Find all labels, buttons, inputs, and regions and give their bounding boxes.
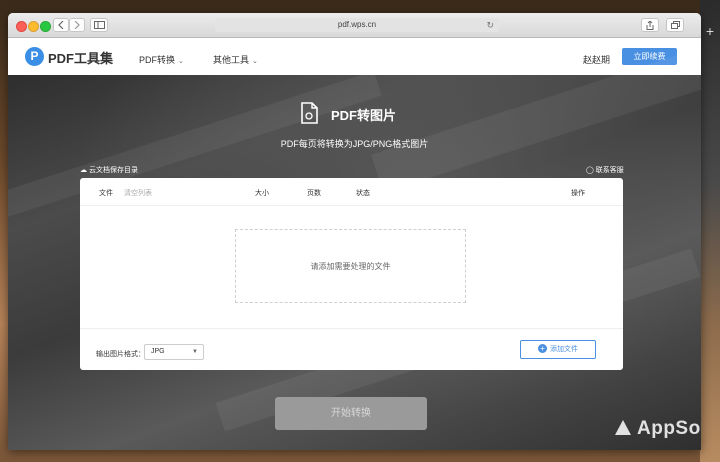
chevron-left-icon [58,21,64,29]
sidebar-button[interactable] [90,18,108,32]
user-name[interactable]: 赵赵期 [583,53,610,66]
plus-icon: + [538,343,547,353]
minimize-window-button[interactable] [28,21,39,32]
column-size: 大小 [255,190,269,197]
table-header: 文件 清空列表 大小 页数 状态 操作 [80,178,623,206]
share-button[interactable] [641,18,659,32]
support-link-label: 联系客服 [595,167,624,174]
column-file: 文件 [99,190,113,197]
cloud-icon: ☁ [80,167,87,174]
watermark-text: AppSo [637,418,701,439]
back-button[interactable] [53,18,69,32]
file-dropzone[interactable]: 请添加需要处理的文件 [235,229,466,303]
pdf-file-icon [301,102,318,124]
nav-item-other-tools[interactable]: 其他工具 ⌄ [213,53,258,66]
divider [80,328,623,329]
format-value: JPG [151,348,165,355]
file-panel: 文件 清空列表 大小 页数 状态 操作 请添加需要处理的文件 输出图片格式： J… [80,178,623,370]
browser-toolbar: pdf.wps.cn ↻ [8,13,701,38]
column-status: 状态 [356,190,370,197]
add-file-button[interactable]: + 添加文件 [520,340,596,359]
cloud-folder-link[interactable]: ☁ 云文档保存目录 [80,165,138,175]
nav-item-pdf-convert[interactable]: PDF转换 ⌄ [139,53,184,66]
tabs-icon [670,21,680,29]
sidebar-icon [93,21,105,29]
clear-list-button[interactable]: 清空列表 [124,188,152,198]
chevron-right-icon [74,21,80,29]
logo-text[interactable]: PDF工具集 [48,48,113,67]
support-link[interactable]: ◯ 联系客服 [586,165,624,175]
page-title: PDF转图片 [331,108,397,123]
nav-item-label: PDF转换 [139,55,176,65]
format-label: 输出图片格式： [96,351,145,358]
headset-icon: ◯ [586,167,594,174]
close-window-button[interactable] [16,21,27,32]
web-page: P PDF工具集 PDF转换 ⌄ 其他工具 ⌄ 赵赵期 立即续费 PDF转图片 PD… [8,38,701,450]
desktop-background [700,0,720,462]
forward-button[interactable] [69,18,85,32]
site-header: P PDF工具集 PDF转换 ⌄ 其他工具 ⌄ 赵赵期 立即续费 [8,38,701,75]
add-file-label: 添加文件 [550,346,578,353]
address-bar[interactable]: pdf.wps.cn ↻ [215,18,499,32]
chevron-down-icon: ⌄ [252,58,258,65]
share-icon [646,21,654,30]
cloud-link-label: 云文档保存目录 [88,167,138,174]
caret-down-icon: ▼ [192,349,198,355]
appso-logo-icon [615,420,631,435]
column-action: 操作 [571,190,585,197]
logo-icon[interactable]: P [25,47,44,66]
format-select[interactable]: JPG ▼ [144,344,204,360]
start-convert-button[interactable]: 开始转换 [275,397,427,430]
browser-window: pdf.wps.cn ↻ P PDF工具集 PDF转换 ⌄ 其他工具 ⌄ 赵赵期 立… [8,13,701,450]
new-tab-plus-icon[interactable]: + [703,24,717,38]
page-subtitle: PDF每页将转换为JPG/PNG格式图片 [280,139,429,149]
chevron-down-icon: ⌄ [178,58,184,65]
column-pages: 页数 [307,190,321,197]
reload-icon[interactable]: ↻ [486,18,494,32]
url-text: pdf.wps.cn [337,20,377,29]
nav-item-label: 其他工具 [213,55,250,65]
watermark: AppSo [615,418,701,440]
tabs-overview-button[interactable] [666,18,684,32]
zoom-window-button[interactable] [40,21,51,32]
hero-section: PDF转图片 PDF每页将转换为JPG/PNG格式图片 ☁ 云文档保存目录 ◯ … [8,38,701,450]
